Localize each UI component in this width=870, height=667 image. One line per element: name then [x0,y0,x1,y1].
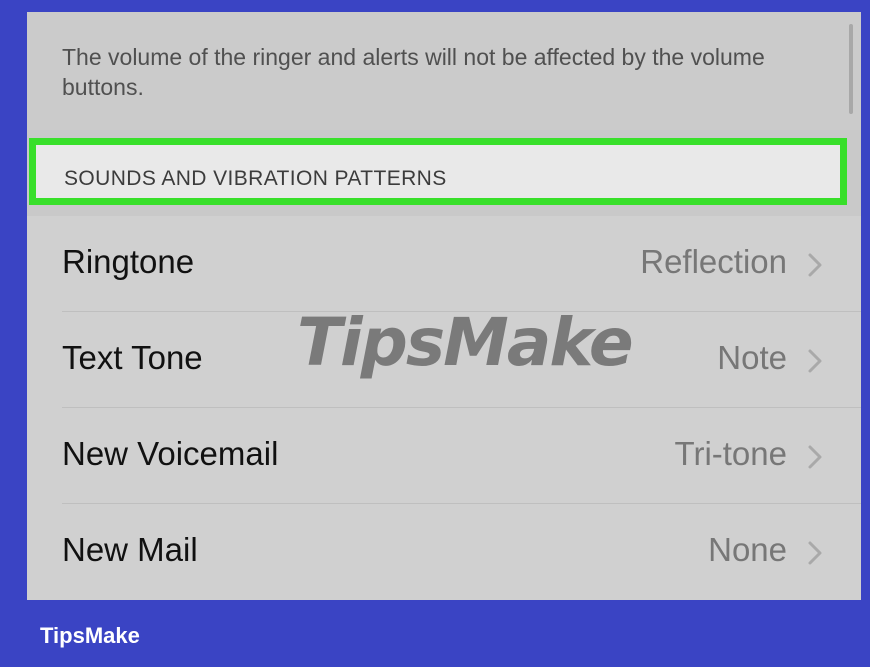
text-tone-value: Note [717,339,787,376]
chevron-right-icon [808,349,822,373]
text-tone-row[interactable]: Text Tone Note [27,312,861,408]
brand-bar: TipsMake [0,600,870,667]
new-mail-row[interactable]: New Mail None [27,504,861,600]
new-mail-label: New Mail [62,531,198,568]
text-tone-label: Text Tone [62,339,203,376]
new-voicemail-row[interactable]: New Voicemail Tri-tone [27,408,861,504]
volume-buttons-note: The volume of the ringer and alerts will… [27,12,861,130]
ringtone-value: Reflection [640,243,787,280]
image-frame: The volume of the ringer and alerts will… [0,0,870,667]
chevron-right-icon [808,541,822,565]
new-voicemail-label: New Voicemail [62,435,279,472]
chevron-right-icon [808,253,822,277]
settings-screen: The volume of the ringer and alerts will… [27,12,861,600]
ringtone-row[interactable]: Ringtone Reflection [27,216,861,312]
section-header-title: SOUNDS AND VIBRATION PATTERNS [64,167,447,190]
brand-label: TipsMake [40,623,140,648]
ringtone-label: Ringtone [62,243,195,280]
scroll-indicator[interactable] [849,24,853,114]
volume-buttons-note-text: The volume of the ringer and alerts will… [62,44,765,100]
new-voicemail-value: Tri-tone [674,435,787,472]
new-mail-value: None [708,531,787,568]
chevron-right-icon [808,445,822,469]
sounds-section-header-highlighted: SOUNDS AND VIBRATION PATTERNS [29,138,847,205]
sounds-list: Ringtone Reflection Text Tone Note New V… [27,216,861,600]
